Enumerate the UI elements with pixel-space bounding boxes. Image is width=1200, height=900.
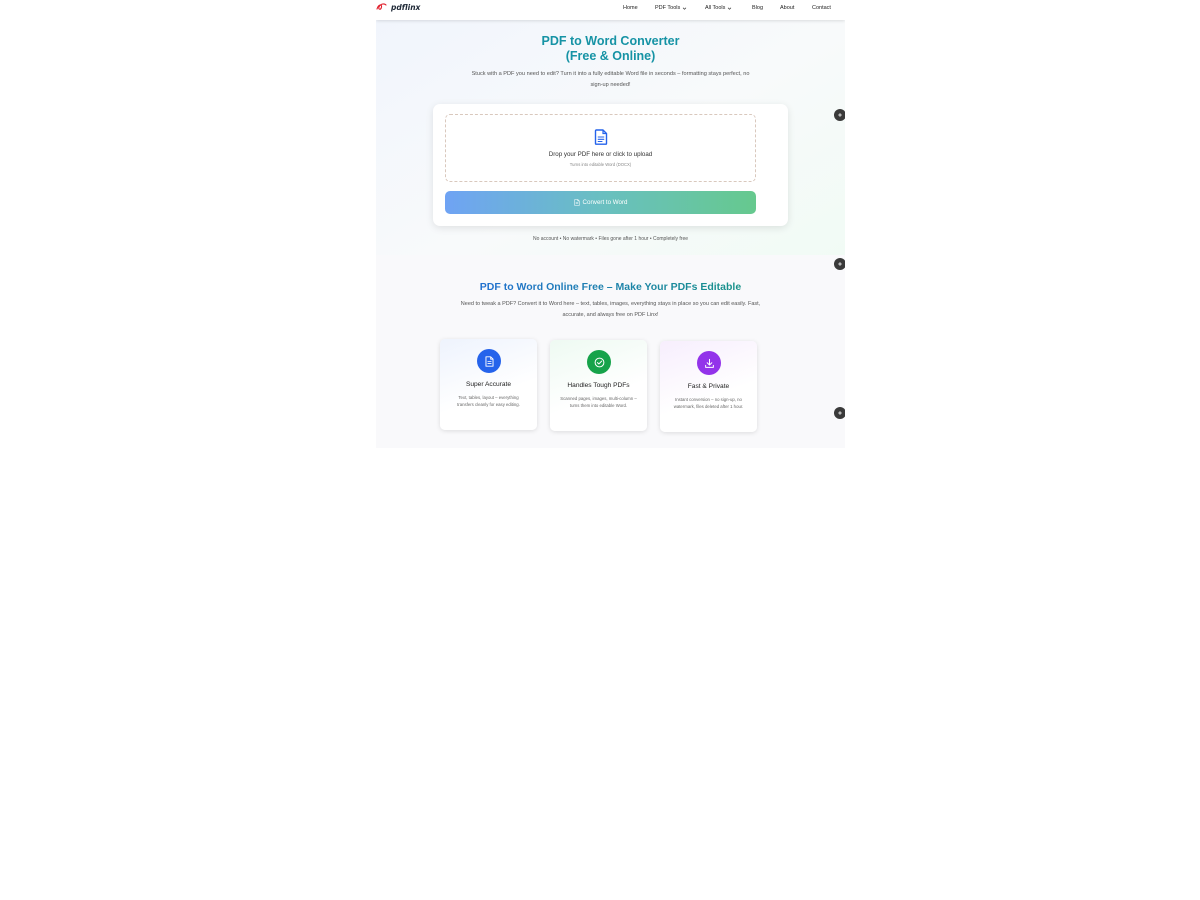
nav-home-label: Home — [623, 5, 638, 11]
nav-contact[interactable]: Contact — [812, 5, 831, 11]
feature-text: Text, tables, layout – everything transf… — [457, 395, 520, 407]
feature-title: Fast & Private — [687, 383, 730, 390]
document-icon — [594, 129, 608, 145]
document-icon — [574, 199, 580, 206]
widget-icon — [838, 262, 842, 266]
nav-about[interactable]: About — [780, 5, 794, 11]
hero-subtitle: Stuck with a PDF you need to edit? Turn … — [471, 71, 750, 88]
site-header: pdflinx Home PDF Tools All Tools Blog Ab… — [376, 0, 845, 20]
features-title: PDF to Word Online Free – Make Your PDFs… — [376, 281, 845, 293]
convert-to-word-button[interactable]: Convert to Word — [445, 191, 756, 214]
feature-title: Handles Tough PDFs — [567, 382, 630, 389]
chevron-down-icon — [728, 7, 732, 10]
nav-contact-label: Contact — [812, 5, 831, 11]
dropzone-subtitle: Turns into editable Word (DOCX) — [569, 162, 632, 167]
floating-widget-button[interactable] — [834, 109, 845, 121]
nav-home[interactable]: Home — [623, 5, 638, 11]
feature-text: Instant conversion – no sign-up, no wate… — [673, 397, 744, 409]
page-title: PDF to Word Converter (Free & Online) — [376, 34, 845, 64]
floating-widget-button[interactable] — [834, 407, 845, 419]
feature-card-super-accurate: Super Accurate Text, tables, layout – ev… — [440, 339, 537, 430]
dropzone-title: Drop your PDF here or click to upload — [548, 151, 653, 158]
feature-icon-badge — [697, 351, 721, 375]
convert-button-label: Convert to Word — [582, 199, 628, 206]
feature-text: Scanned pages, images, multi-column – tu… — [560, 396, 637, 408]
feature-icon-badge — [477, 349, 501, 373]
feature-card-handles-tough-pdfs: Handles Tough PDFs Scanned pages, images… — [550, 340, 647, 431]
chevron-down-icon — [683, 7, 687, 10]
nav-about-label: About — [780, 5, 795, 11]
widget-icon — [838, 113, 842, 117]
nav-blog-label: Blog — [752, 5, 764, 11]
nav-blog[interactable]: Blog — [752, 5, 763, 11]
nav-all-tools[interactable]: All Tools — [705, 5, 732, 11]
page-title-line-1: PDF to Word Converter — [541, 34, 680, 48]
page: pdflinx Home PDF Tools All Tools Blog Ab… — [376, 0, 845, 448]
features-subtitle: Need to tweak a PDF? Convert it to Word … — [460, 301, 761, 318]
features-section: PDF to Word Online Free – Make Your PDFs… — [376, 255, 845, 448]
feature-title: Super Accurate — [465, 381, 512, 388]
nav-all-tools-label: All Tools — [705, 5, 726, 11]
floating-widget-button[interactable] — [834, 258, 845, 270]
page-title-line-2: (Free & Online) — [565, 49, 656, 63]
nav-pdf-tools-label: PDF Tools — [655, 5, 681, 11]
file-dropzone[interactable]: Drop your PDF here or click to upload Tu… — [445, 114, 756, 182]
feature-card-fast-and-private: Fast & Private Instant conversion – no s… — [660, 341, 757, 432]
check-circle-icon — [594, 357, 604, 367]
nav-pdf-tools[interactable]: PDF Tools — [655, 5, 687, 11]
document-icon — [484, 355, 494, 367]
widget-icon — [838, 411, 842, 415]
upload-card: Drop your PDF here or click to upload Tu… — [433, 104, 788, 226]
download-icon — [704, 358, 714, 368]
main-nav: Home PDF Tools All Tools Blog About Cont… — [376, 0, 845, 20]
feature-icon-badge — [587, 350, 611, 374]
hero-footer-note: No account • No watermark • Files gone a… — [532, 236, 689, 242]
hero-section: PDF to Word Converter (Free & Online) St… — [376, 20, 845, 255]
